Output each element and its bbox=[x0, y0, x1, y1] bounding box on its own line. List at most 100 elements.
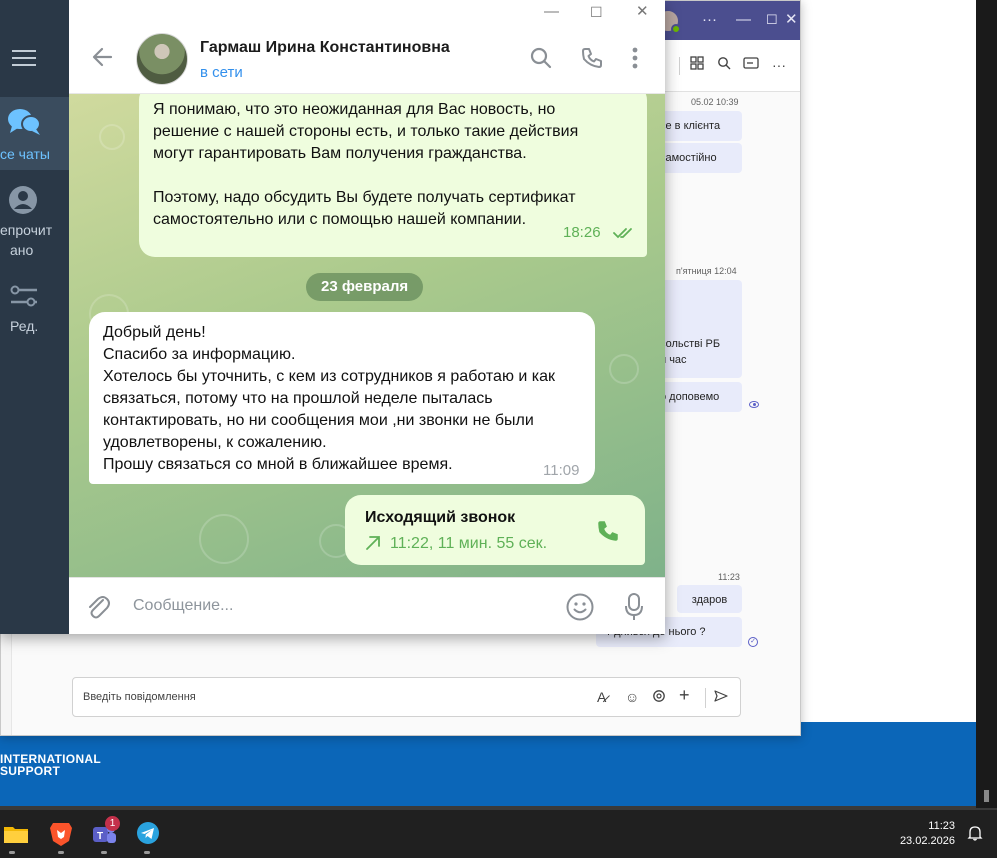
message-time: 11:09 bbox=[543, 462, 580, 479]
telegram-maximize-button[interactable]: ☐ bbox=[590, 3, 603, 21]
more-vertical-icon[interactable] bbox=[627, 46, 643, 75]
microphone-icon[interactable] bbox=[624, 592, 644, 627]
clock-time: 11:23 bbox=[928, 820, 955, 832]
message-text: Добрый день! Спасибо за информацию. Хоте… bbox=[103, 322, 555, 476]
message-line bbox=[153, 165, 578, 187]
message-line: самостоятельно или с помощью нашей компа… bbox=[153, 211, 527, 228]
format-icon[interactable]: A̷ bbox=[597, 689, 606, 705]
folder-unread-label: епрочит bbox=[0, 222, 53, 238]
emoji-icon[interactable] bbox=[565, 592, 595, 627]
message-line: Прошу связаться со мной в ближайшее врем… bbox=[103, 456, 453, 473]
folder-all-chats-label: се чаты bbox=[0, 146, 50, 162]
file-explorer-icon[interactable] bbox=[4, 823, 28, 845]
windows-taskbar: T 1 11:23 23.02.2026 bbox=[0, 810, 997, 858]
attach-plus-icon[interactable]: + bbox=[679, 686, 690, 704]
incoming-message[interactable]: Добрый день! Спасибо за информацию. Хоте… bbox=[89, 312, 595, 484]
logo-line-2: SUPPORT bbox=[0, 764, 61, 778]
date-separator: 23 февраля bbox=[306, 273, 424, 301]
message-text: о доповемо bbox=[660, 391, 720, 403]
app-running-indicator bbox=[58, 851, 64, 854]
attach-paperclip-icon[interactable] bbox=[85, 592, 111, 627]
teams-minimize-button[interactable]: — bbox=[736, 11, 751, 29]
back-arrow-icon[interactable] bbox=[91, 45, 115, 74]
wallpaper-pattern bbox=[99, 124, 125, 150]
emoji-icon[interactable]: ☺ bbox=[625, 689, 639, 705]
message-line: связаться, потому что на прошлой неделе … bbox=[103, 390, 493, 407]
message-text: самостійно bbox=[660, 152, 717, 164]
teams-maximize-button[interactable]: ☐ bbox=[766, 11, 778, 29]
message-line: контактировать, но ни сообщения мои ,ни … bbox=[103, 412, 534, 429]
app-running-indicator bbox=[9, 851, 15, 854]
scrollbar-thumb[interactable] bbox=[984, 790, 989, 802]
call-outgoing-arrow-icon bbox=[366, 536, 380, 550]
search-icon[interactable] bbox=[529, 46, 553, 75]
double-check-icon bbox=[613, 228, 632, 239]
contact-status: в сети bbox=[200, 64, 243, 81]
teams-notification-badge: 1 bbox=[105, 816, 120, 831]
message-text: здаров bbox=[691, 594, 728, 606]
send-icon[interactable] bbox=[714, 689, 728, 706]
call-back-phone-icon[interactable] bbox=[595, 518, 621, 551]
teams-more-icon[interactable]: ··· bbox=[702, 11, 717, 29]
search-icon[interactable] bbox=[717, 56, 731, 74]
menu-icon[interactable] bbox=[12, 50, 36, 68]
desktop-scrollbar[interactable] bbox=[976, 0, 997, 808]
message-input[interactable]: Сообщение... bbox=[133, 596, 233, 616]
more-options-icon[interactable]: ··· bbox=[772, 56, 786, 74]
outgoing-call-message[interactable]: Исходящий звонок 11:22, 11 мин. 55 сек. bbox=[345, 495, 645, 565]
seen-icon bbox=[749, 401, 759, 408]
call-title: Исходящий звонок bbox=[365, 509, 516, 526]
contact-avatar[interactable] bbox=[136, 33, 188, 85]
delivered-icon: ✓ bbox=[748, 637, 758, 647]
message-line: Хотелось бы уточнить, с кем из сотрудник… bbox=[103, 368, 556, 385]
phone-icon[interactable] bbox=[580, 46, 604, 75]
folder-unread-label-2: ано bbox=[10, 242, 34, 258]
sliders-icon bbox=[10, 285, 37, 307]
international-support-logo: INTERNATIONAL SUPPORT bbox=[0, 753, 101, 777]
chat-message-area: Я понимаю, что это неожиданная для Вас н… bbox=[69, 94, 665, 577]
message-line: Поэтому, надо обсудить Вы будете получат… bbox=[153, 189, 576, 206]
compose-divider bbox=[705, 688, 706, 708]
contact-name[interactable]: Гармаш Ирина Константиновна bbox=[200, 38, 450, 58]
toolbar-divider bbox=[679, 57, 680, 75]
notification-bell-icon[interactable] bbox=[967, 825, 983, 841]
message-line: могут гарантировать Вам получения гражда… bbox=[153, 145, 527, 162]
message-text: сольстві РБ bbox=[660, 338, 721, 350]
message-timestamp: 05.02 10:39 bbox=[691, 97, 739, 107]
outgoing-message[interactable]: Я понимаю, что это неожиданная для Вас н… bbox=[139, 94, 647, 257]
wallpaper-pattern bbox=[199, 514, 249, 564]
chat-header: — ☐ ✕ Гармаш Ирина Константиновна в сети bbox=[69, 0, 665, 94]
message-timestamp: 11:23 bbox=[718, 572, 740, 582]
user-icon bbox=[9, 186, 37, 214]
message-line: Спасибо за информацию. bbox=[103, 346, 296, 363]
message-compose-bar: Сообщение... bbox=[69, 577, 665, 634]
svg-text:T: T bbox=[97, 831, 103, 842]
telegram-minimize-button[interactable]: — bbox=[544, 3, 559, 21]
teams-close-button[interactable]: ✕ bbox=[785, 11, 798, 29]
message-text: се в клієнта bbox=[660, 120, 721, 132]
chats-icon bbox=[8, 109, 41, 135]
apps-icon[interactable] bbox=[690, 56, 704, 74]
teams-message[interactable]: здаров bbox=[677, 585, 742, 613]
message-timestamp: п'ятниця 12:04 bbox=[676, 266, 737, 276]
clock-date: 23.02.2026 bbox=[899, 835, 955, 847]
loop-icon[interactable] bbox=[652, 689, 666, 706]
system-clock[interactable]: 11:23 23.02.2026 bbox=[900, 819, 955, 849]
brave-browser-icon[interactable] bbox=[49, 821, 73, 846]
app-running-indicator bbox=[144, 851, 150, 854]
folder-edit-label: Ред. bbox=[10, 318, 39, 334]
message-line: Добрый день! bbox=[103, 324, 206, 341]
telegram-app-icon[interactable] bbox=[136, 821, 160, 844]
telegram-close-button[interactable]: ✕ bbox=[636, 3, 649, 21]
folder-unread[interactable]: епрочит ано bbox=[0, 182, 69, 262]
telegram-folder-sidebar: се чаты епрочит ано Ред. bbox=[0, 0, 69, 634]
presence-available-icon bbox=[671, 24, 681, 34]
compose-placeholder: Введіть повідомлення bbox=[83, 691, 196, 703]
teams-compose-box[interactable]: Введіть повідомлення A̷ ☺ + bbox=[72, 677, 741, 717]
teams-app-icon[interactable]: T 1 bbox=[91, 816, 120, 843]
folder-all-chats[interactable]: се чаты bbox=[0, 97, 69, 170]
wallpaper-pattern bbox=[609, 354, 639, 384]
popout-icon[interactable] bbox=[743, 56, 759, 74]
app-running-indicator bbox=[101, 851, 107, 854]
folder-edit[interactable]: Ред. bbox=[0, 283, 69, 338]
